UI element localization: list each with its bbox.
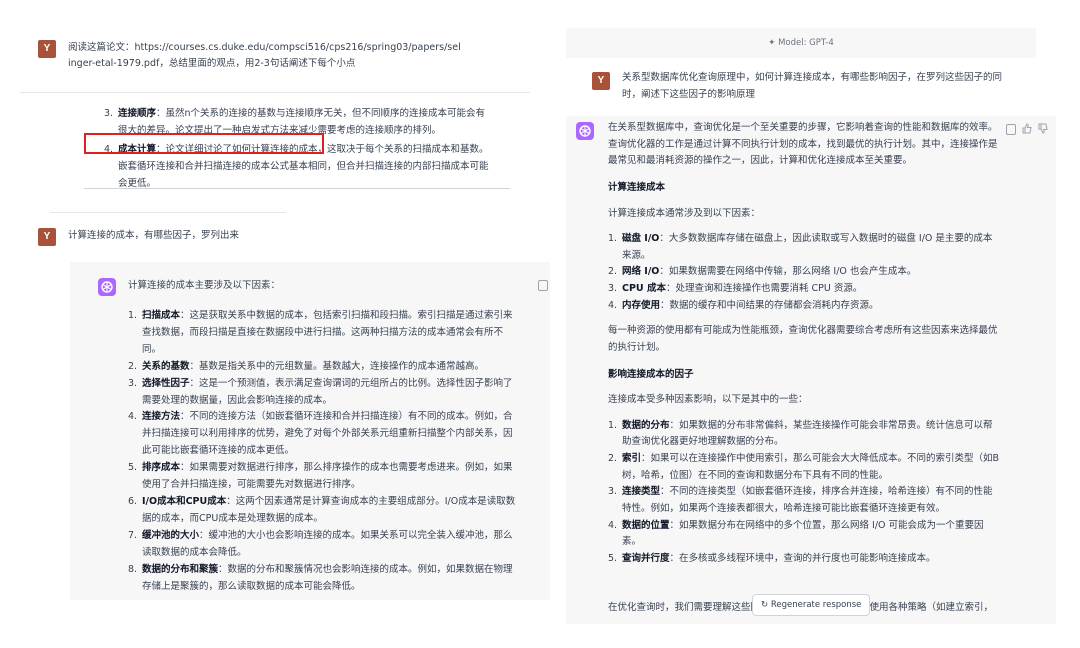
user-avatar: Y xyxy=(38,40,56,58)
resource-list: 1. 磁盘 I/O：大多数数据库存储在磁盘上，因此读取或写入数据时的磁盘 I/O … xyxy=(608,231,1000,314)
list-item: 2. 索引：如果可以在连接操作中使用索引，那么可能会大大降低成本。不同的索引类型（… xyxy=(608,453,1000,481)
left-bottom-panel: Y 计算连接的成本，有哪些因子，罗列出来 计算连接的成本主要涉及以下因素： 1.… xyxy=(0,208,556,608)
section-heading: 计算连接成本 xyxy=(608,181,666,193)
list-item: 6. I/O成本和CPU成本：这两个因素通常是计算查询成本的主要组成部分。I/O成… xyxy=(128,495,516,524)
paragraph: 每一种资源的使用都有可能成为性能瓶颈，查询优化器需要综合考虑所有这些因素来选择最… xyxy=(608,325,998,353)
assistant-message: 计算连接的成本主要涉及以下因素： 1. 扫描成本：这是获取关系中数据的成本，包括索… xyxy=(70,262,550,600)
user-avatar: Y xyxy=(38,228,56,246)
regenerate-label: Regenerate response xyxy=(770,600,862,610)
thumbs-up-icon[interactable] xyxy=(1022,123,1032,134)
list-item: 3. 连接类型：不同的连接类型（如嵌套循环连接，排序合并连接，哈希连接）有不同的性… xyxy=(608,486,993,514)
model-label: Model: GPT-4 xyxy=(778,38,834,48)
list-item: 7. 缓冲池的大小：缓冲池的大小也会影响连接的成本。如果关系可以完全装入缓冲池，那… xyxy=(128,529,513,558)
regenerate-button[interactable]: ↻ Regenerate response xyxy=(752,594,871,616)
factor-list: 1. 数据的分布：如果数据的分布非常偏斜，某些连接操作可能会非常昂贵。统计信息可以… xyxy=(608,418,1000,568)
paragraph: 连接成本受多种因素影响，以下是其中的一些： xyxy=(608,394,808,406)
list-item: 4. 连接方法：不同的连接方法（如嵌套循环连接和合并扫描连接）有不同的成本。例如，… xyxy=(128,411,513,457)
section-heading: 影响连接成本的因子 xyxy=(608,368,694,380)
openai-logo-icon xyxy=(579,125,591,137)
assistant-content: 在关系型数据库中，查询优化是一个至关重要的步骤，它影响着查询的性能和数据库的效率… xyxy=(608,120,1000,567)
list-item: 4. 内存使用：数据的缓存和中间结果的存储都会消耗内存资源。 xyxy=(608,299,879,311)
assistant-avatar xyxy=(576,122,594,140)
list-item: 4. 数据的位置：如果数据分布在网络中的多个位置，那么网络 I/O 可能会成为一个… xyxy=(608,519,984,548)
refresh-icon: ↻ xyxy=(761,600,769,610)
paragraph: 计算连接成本通常涉及到以下因素： xyxy=(608,207,761,219)
list-item: 8. 数据的分布和聚簇：数据的分布和聚簇情况也会影响连接的成本。例如，如果数据在物… xyxy=(128,563,513,592)
highlight-box xyxy=(84,133,324,154)
copy-icon[interactable] xyxy=(538,280,548,291)
assistant-message: 在关系型数据库中，查询优化是一个至关重要的步骤，它影响着查询的性能和数据库的效率… xyxy=(566,116,1056,624)
list-item: 3. 选择性因子：这是一个预测值，表示满足查询谓词的元组所占的比例。选择性因子影响… xyxy=(128,377,513,406)
list-item: 1. 磁盘 I/O：大多数数据库存储在磁盘上，因此读取或写入数据时的磁盘 I/O … xyxy=(608,233,993,261)
list-item: 1. 扫描成本：这是获取关系中数据的成本，包括索引扫描和段扫描。索引扫描是通过索引… xyxy=(128,310,513,355)
sparkle-icon: ✦ xyxy=(768,38,776,48)
list-item: 3. CPU 成本：处理查询和连接操作也需要消耗 CPU 资源。 xyxy=(608,283,863,294)
divider xyxy=(84,188,510,189)
list-item: 2. 网络 I/O：如果数据需要在网络中传输，那么网络 I/O 也会产生成本。 xyxy=(608,266,917,278)
list-item: 2. 关系的基数：基数是指关系中的元组数量。基数越大，连接操作的成本通常越高。 xyxy=(128,360,485,372)
list-item: 1. 数据的分布：如果数据的分布非常偏斜，某些连接操作可能会非常昂贵。统计信息可以… xyxy=(608,419,993,448)
divider xyxy=(20,92,530,93)
user-prompt: 计算连接的成本，有哪些因子，罗列出来 xyxy=(68,230,240,241)
thumbs-down-icon[interactable] xyxy=(1038,123,1048,134)
user-prompt: 阅读这篇论文：https://courses.cs.duke.edu/comps… xyxy=(68,42,461,70)
paragraph-end: 并使用各种策略（如建立索引， xyxy=(860,602,994,613)
paragraph: 在关系型数据库中，查询优化是一个至关重要的步骤，它影响着查询的性能和数据库的效率… xyxy=(608,122,998,167)
list-item: 5. 排序成本：如果需要对数据进行排序，那么排序操作的成本也需要考虑进来。例如，如… xyxy=(128,462,513,491)
left-top-panel: Y 阅读这篇论文：https://courses.cs.duke.edu/com… xyxy=(0,0,540,200)
copy-icon[interactable] xyxy=(1006,124,1016,135)
list-item: 5. 查询并行度：在多核或多线程环境中，查询的并行度也可能影响连接成本。 xyxy=(608,552,936,564)
paragraph-start: 在优化查询时，我们需要理解这些因 xyxy=(608,602,761,613)
assistant-intro: 计算连接的成本主要涉及以下因素： xyxy=(128,280,281,291)
divider xyxy=(50,212,286,213)
user-avatar: Y xyxy=(592,72,610,90)
model-bar: ✦ Model: GPT-4 xyxy=(566,28,1036,58)
user-prompt: 关系型数据库优化查询原理中，如何计算连接成本，有哪些影响因子，在罗列这些因子的同… xyxy=(622,72,1003,100)
right-panel: ✦ Model: GPT-4 Y 关系型数据库优化查询原理中，如何计算连接成本，… xyxy=(566,28,1056,624)
assistant-avatar xyxy=(98,278,116,296)
cost-factor-list: 1. 扫描成本：这是获取关系中数据的成本，包括索引扫描和段扫描。索引扫描是通过索引… xyxy=(128,308,518,595)
openai-logo-icon xyxy=(101,281,113,293)
